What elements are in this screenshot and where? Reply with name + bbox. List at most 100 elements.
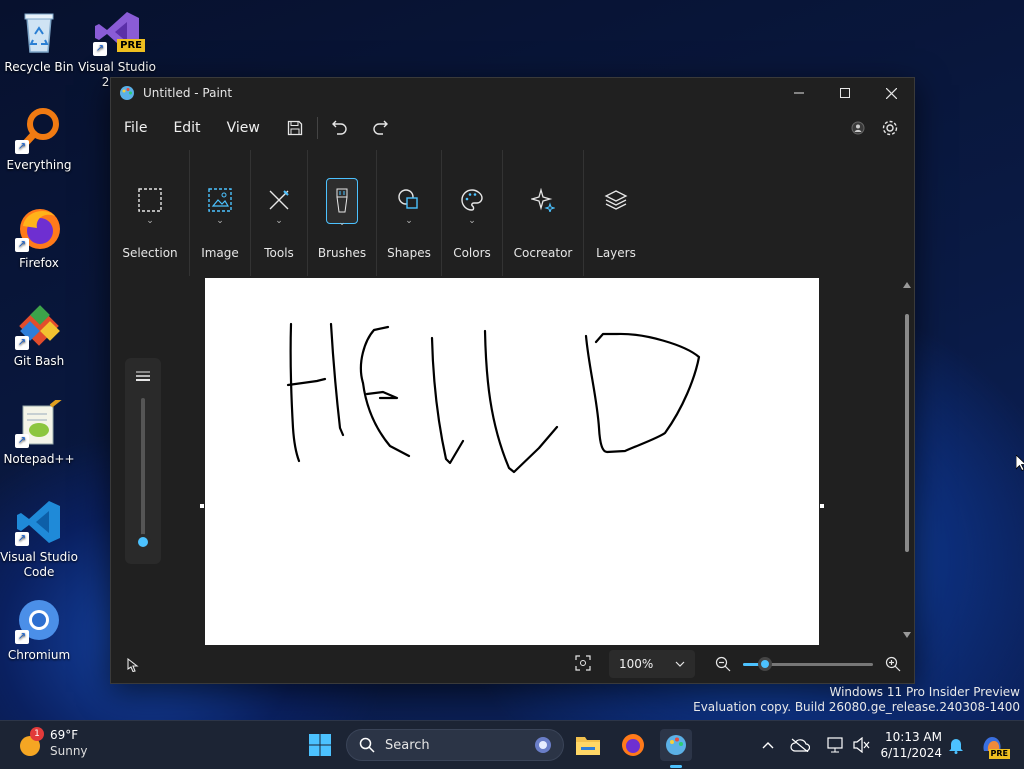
shortcut-arrow-icon: ↗	[15, 336, 29, 350]
desktop-icon-firefox[interactable]: ↗ Firefox	[0, 204, 81, 271]
zoom-slider[interactable]	[743, 657, 873, 671]
zoom-out-icon	[715, 656, 731, 672]
weather-condition: Sunny	[50, 744, 88, 758]
taskbar-paint[interactable]	[660, 729, 692, 768]
search-placeholder: Search	[385, 737, 430, 753]
ribbon-label: Selection	[122, 246, 178, 260]
canvas-area: HELLO	[111, 276, 914, 646]
weather-widget[interactable]: 1 69°F Sunny	[18, 727, 128, 763]
bell-icon	[949, 739, 963, 754]
desktop-icon-label: Everything	[6, 158, 72, 172]
windows-watermark: Windows 11 Pro Insider Preview Evaluatio…	[693, 685, 1020, 715]
ribbon-layers[interactable]: Layers	[584, 150, 648, 276]
ribbon-brushes[interactable]: ⌄ Brushes	[308, 150, 377, 276]
notifications-button[interactable]	[944, 729, 968, 761]
ribbon-shapes[interactable]: ⌄ Shapes	[377, 150, 442, 276]
close-button[interactable]	[868, 78, 914, 108]
notepad-plus-plus-icon: ↗	[15, 396, 63, 448]
desktop-icon-notepad-plus-plus[interactable]: ↗ Notepad++	[0, 396, 81, 467]
shortcut-arrow-icon: ↗	[15, 630, 29, 644]
taskbar: 1 69°F Sunny Search 10:13 AM 6/11/2024 P…	[0, 720, 1024, 769]
desktop-icon-git-bash[interactable]: ↗ Git Bash	[0, 302, 81, 369]
desktop-icon-label: Visual Studio Code	[0, 550, 78, 579]
search-highlight-icon	[535, 737, 551, 753]
ribbon-tools[interactable]: ⌄ Tools	[251, 150, 308, 276]
menu-file[interactable]: File	[111, 112, 160, 144]
zoom-level-value: 100%	[619, 657, 654, 671]
copilot-button[interactable]: PRE	[976, 729, 1010, 761]
vscode-icon: ↗	[15, 498, 63, 546]
menu-edit[interactable]: Edit	[160, 112, 213, 144]
watermark-edition: Windows 11 Pro Insider Preview	[829, 685, 1020, 699]
ribbon-image[interactable]: ⌄ Image	[190, 150, 251, 276]
weather-alert-badge: 1	[30, 727, 44, 741]
save-icon	[287, 120, 302, 136]
scrollbar-thumb[interactable]	[905, 314, 909, 552]
windows-logo-icon	[309, 734, 331, 756]
image-icon	[208, 188, 232, 212]
chevron-down-icon: ⌄	[216, 216, 224, 226]
zoom-in-icon	[885, 656, 901, 672]
desktop-icon-label: Chromium	[7, 648, 71, 662]
clock-date: 6/11/2024	[880, 746, 942, 760]
cursor-position-icon	[127, 658, 139, 672]
zoom-level-select[interactable]: 100%	[609, 650, 695, 678]
ribbon-cocreator[interactable]: Cocreator	[503, 150, 584, 276]
zoom-out-button[interactable]	[715, 656, 731, 672]
zoom-in-button[interactable]	[885, 656, 901, 672]
window-title: Untitled - Paint	[143, 86, 233, 100]
undo-button[interactable]	[324, 112, 356, 144]
scroll-up-icon	[903, 282, 911, 288]
firefox-icon	[622, 734, 644, 756]
ribbon-selection[interactable]: ⌄ Selection	[111, 150, 190, 276]
chevron-down-icon: ⌄	[275, 216, 283, 226]
stroke-size-icon	[136, 371, 150, 381]
redo-button[interactable]	[364, 112, 396, 144]
taskbar-firefox[interactable]	[617, 729, 649, 761]
tray-clock[interactable]: 10:13 AM 6/11/2024	[880, 728, 944, 762]
vertical-scrollbar[interactable]	[903, 282, 911, 638]
save-button[interactable]	[279, 112, 311, 144]
tray-volume[interactable]	[850, 729, 874, 761]
shortcut-arrow-icon: ↗	[15, 238, 29, 252]
maximize-button[interactable]	[822, 78, 868, 108]
desktop-icon-everything[interactable]: ↗ Everything	[0, 106, 81, 173]
selection-icon	[138, 188, 162, 212]
tools-icon	[269, 190, 289, 210]
show-hidden-icons-button[interactable]	[756, 729, 780, 761]
account-button[interactable]	[842, 112, 874, 144]
resize-handle-right[interactable]	[820, 504, 824, 508]
start-button[interactable]	[304, 729, 336, 761]
title-bar[interactable]: Untitled - Paint	[111, 78, 914, 108]
tray-network[interactable]	[824, 729, 848, 761]
taskbar-file-explorer[interactable]	[572, 729, 604, 761]
pre-badge: PRE	[117, 39, 145, 52]
network-icon	[827, 737, 843, 753]
minimize-button[interactable]	[776, 78, 822, 108]
zoom-slider-thumb[interactable]	[758, 657, 772, 671]
tray-onedrive[interactable]	[788, 729, 812, 761]
ribbon-label: Tools	[264, 246, 294, 260]
desktop-icon-recycle-bin[interactable]: Recycle Bin	[0, 8, 81, 75]
ribbon-colors[interactable]: ⌄ Colors	[442, 150, 503, 276]
firefox-icon: ↗	[15, 204, 63, 252]
git-bash-icon: ↗	[15, 302, 63, 350]
desktop-icon-visual-studio[interactable]: PRE ↗ Visual Studio 2022	[75, 8, 159, 89]
taskbar-search[interactable]: Search	[346, 729, 564, 761]
menu-view[interactable]: View	[214, 112, 273, 144]
brush-size-slider[interactable]	[141, 398, 145, 542]
drawing-canvas[interactable]: HELLO	[205, 278, 819, 645]
menu-bar: File Edit View	[111, 108, 914, 148]
resize-handle-left[interactable]	[200, 504, 204, 508]
visual-studio-icon: PRE ↗	[93, 8, 145, 56]
brush-size-thumb[interactable]	[135, 534, 151, 550]
desktop-icon-chromium[interactable]: ↗ Chromium	[0, 596, 81, 663]
fit-to-window-button[interactable]	[575, 655, 593, 673]
desktop-icon-vscode[interactable]: ↗ Visual Studio Code	[0, 498, 81, 580]
recycle-bin-icon	[15, 8, 63, 56]
toolbar-separator	[316, 117, 318, 139]
chevron-down-icon	[675, 661, 685, 667]
paint-window: Untitled - Paint File Edit View ⌄ Select…	[110, 77, 915, 684]
settings-button[interactable]	[874, 112, 906, 144]
sparkle-icon	[531, 188, 555, 212]
